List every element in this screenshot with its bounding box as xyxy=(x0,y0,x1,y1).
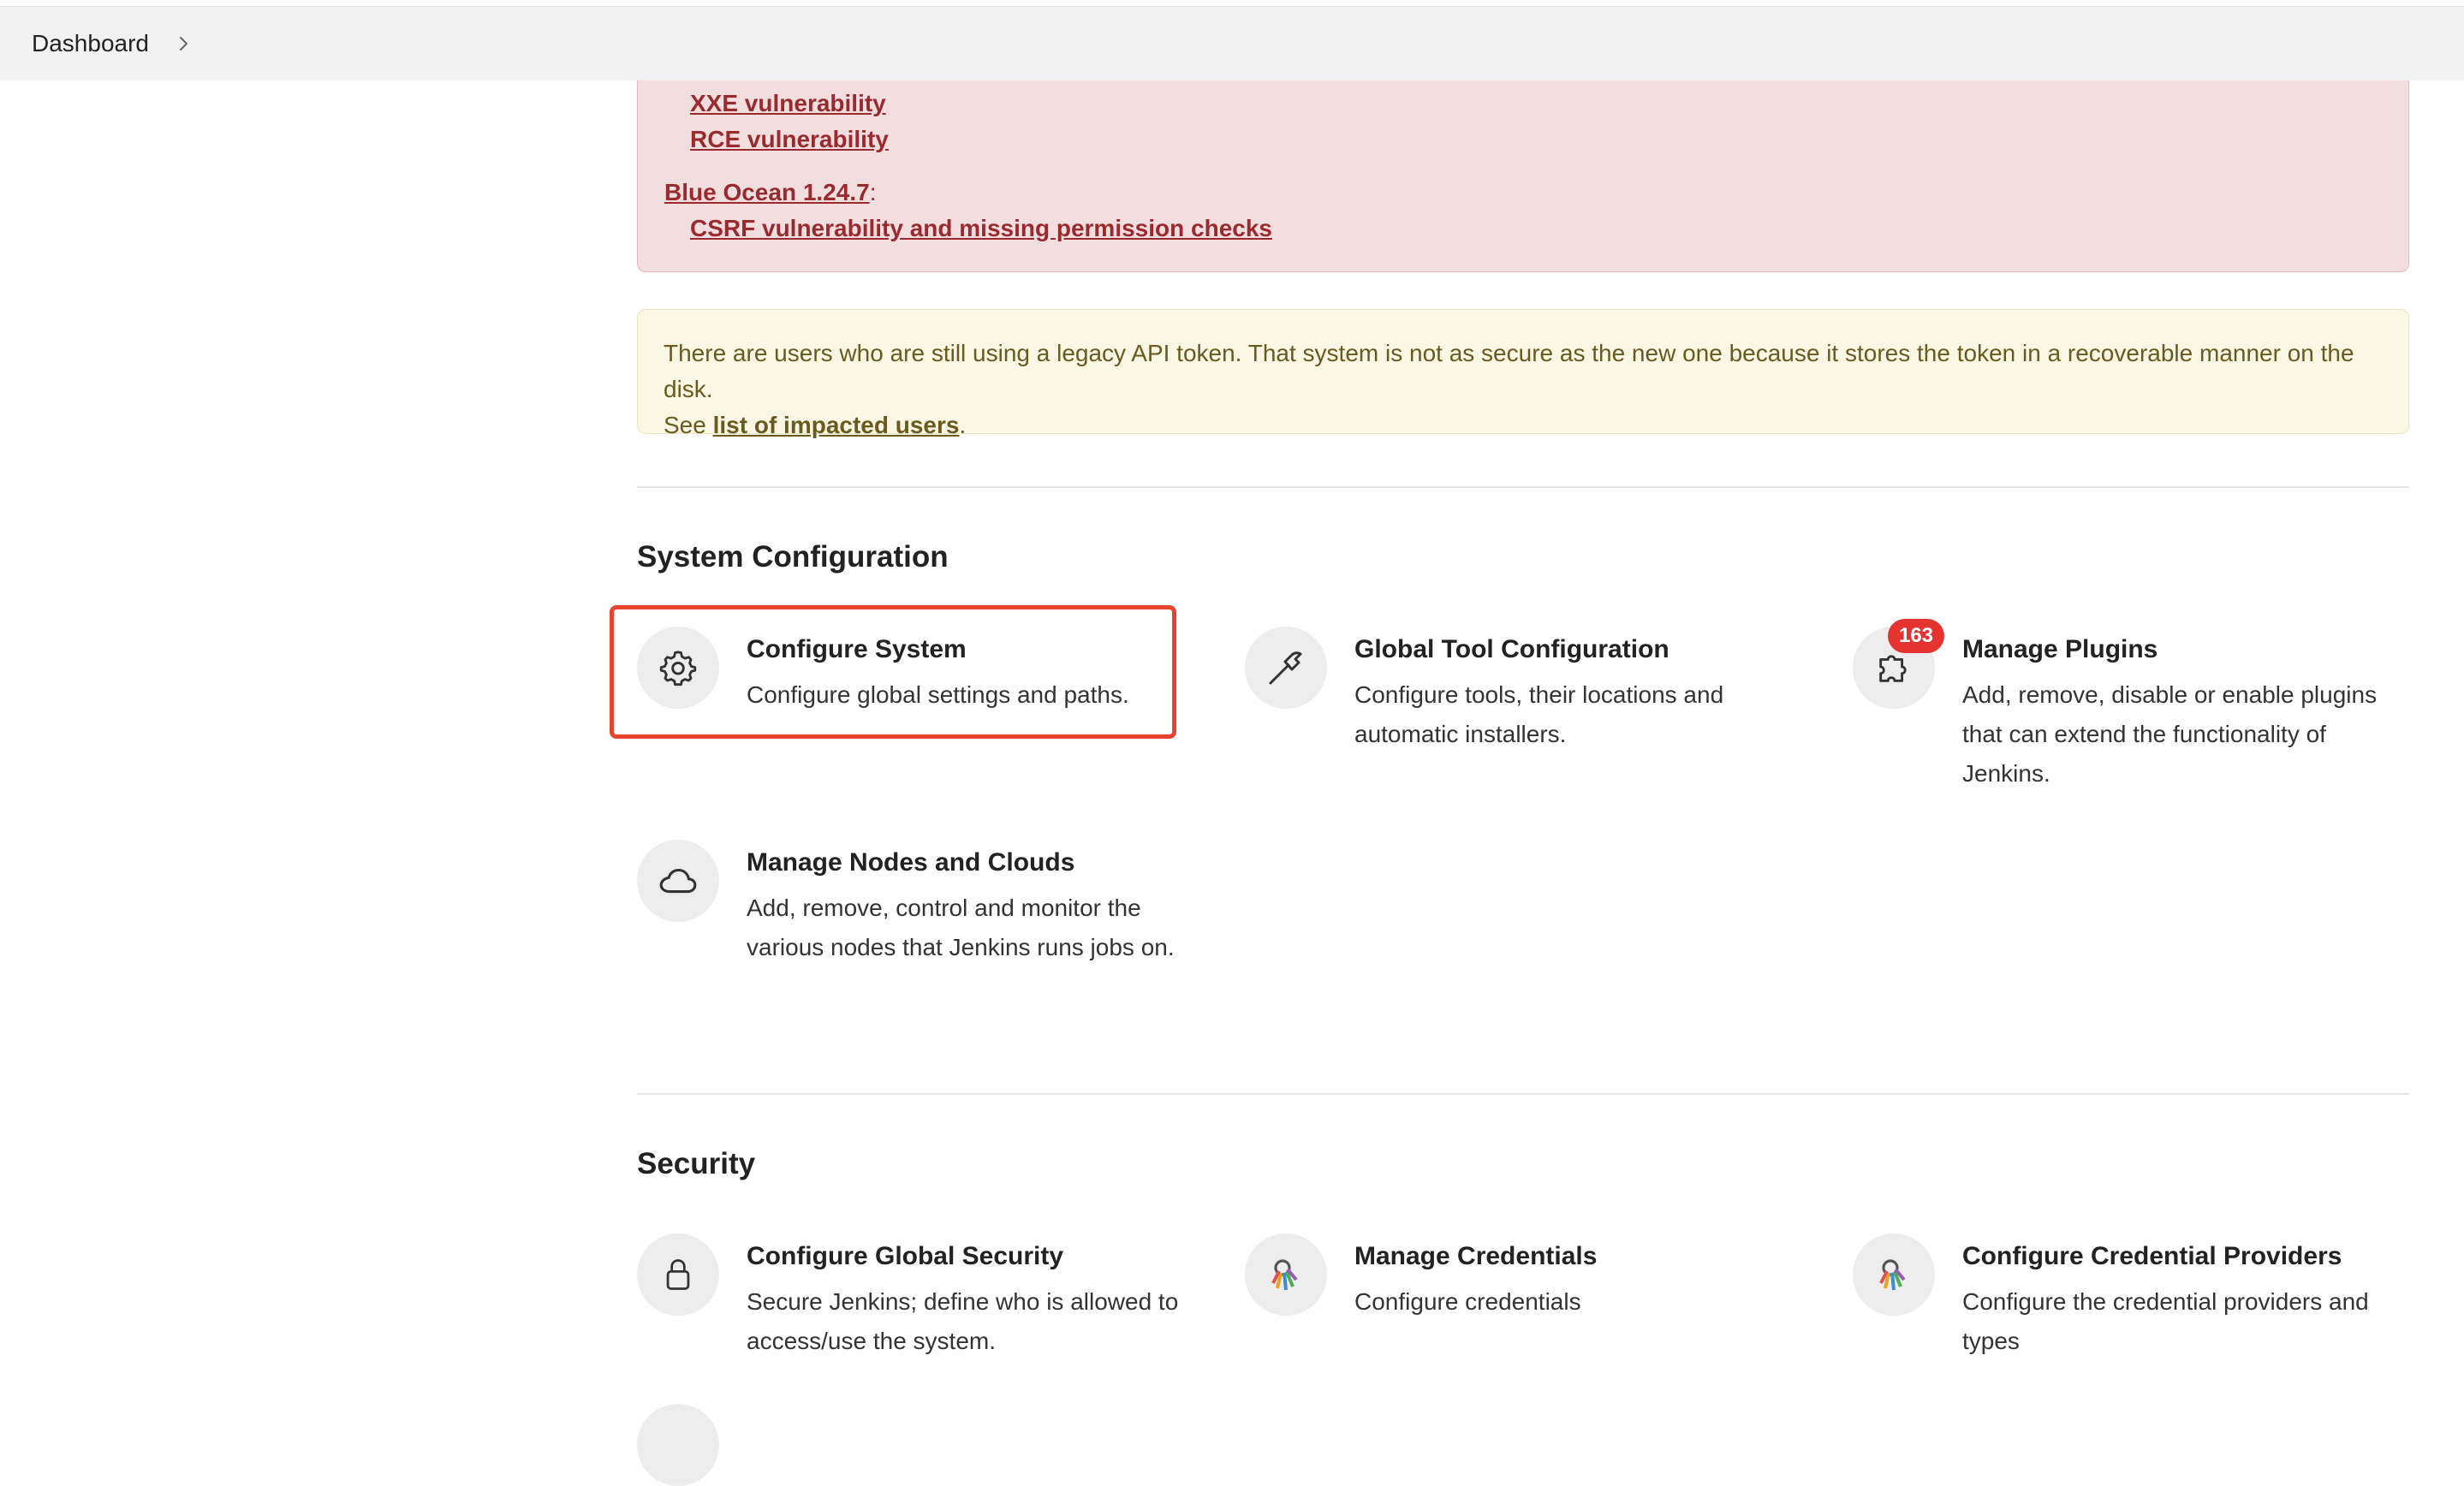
tile-title: Manage Nodes and Clouds xyxy=(747,848,1075,877)
tile-title: Configure Global Security xyxy=(747,1242,1064,1270)
tile-description: Configure tools, their locations and aut… xyxy=(1354,681,1724,747)
warning-text: There are users who are still using a le… xyxy=(664,340,2354,402)
tile-description: Add, remove, control and monitor the var… xyxy=(747,895,1175,960)
legacy-token-warning: There are users who are still using a le… xyxy=(637,309,2409,438)
tile-description: Secure Jenkins; define who is allowed to… xyxy=(747,1288,1179,1354)
tile-manage-plugins[interactable]: Manage Plugins Add, remove, disable or e… xyxy=(1853,627,2401,798)
chevron-right-icon[interactable] xyxy=(173,33,193,54)
tile-title: Configure Credential Providers xyxy=(1962,1242,2342,1270)
tile-configure-credential-providers[interactable]: Configure Credential Providers Configure… xyxy=(1853,1233,2401,1370)
security-advisories-alert: XXE vulnerability RCE vulnerability Blue… xyxy=(637,80,2409,272)
window-top-edge xyxy=(0,0,2464,7)
lock-icon xyxy=(637,1233,719,1316)
cloud-icon xyxy=(637,840,719,922)
tile-description: Configure credentials xyxy=(1354,1288,1581,1315)
tile-global-tool-configuration[interactable]: Global Tool Configuration Configure tool… xyxy=(1245,627,1776,755)
advisory-plugin-line: Blue Ocean 1.24.7: xyxy=(664,179,876,206)
tile-title: Manage Credentials xyxy=(1354,1242,1598,1270)
advisory-plugin-colon: : xyxy=(869,179,877,205)
advisory-plugin-blue-ocean[interactable]: Blue Ocean 1.24.7 xyxy=(664,179,870,205)
section-title-system-configuration: System Configuration xyxy=(637,540,949,574)
section-divider xyxy=(637,486,2409,488)
tile-description: Add, remove, disable or enable plugins t… xyxy=(1962,681,2378,787)
warning-see-suffix: . xyxy=(959,412,967,438)
keys-icon xyxy=(1853,1233,1935,1316)
advisory-link-rce[interactable]: RCE vulnerability xyxy=(690,126,889,153)
tile-manage-credentials[interactable]: Manage Credentials Configure credentials xyxy=(1245,1233,1759,1328)
tile-configure-global-security[interactable]: Configure Global Security Secure Jenkins… xyxy=(637,1233,1178,1370)
impacted-users-link[interactable]: list of impacted users xyxy=(713,412,960,438)
tile-title: Manage Plugins xyxy=(1962,635,2158,663)
section-title-security: Security xyxy=(637,1147,756,1180)
next-tile-icon-partial xyxy=(637,1404,719,1486)
keys-icon xyxy=(1245,1233,1327,1316)
advisory-link-csrf[interactable]: CSRF vulnerability and missing permissio… xyxy=(690,215,1272,242)
plugin-updates-badge: 163 xyxy=(1888,619,1944,653)
warning-see-line: See list of impacted users. xyxy=(664,407,2383,443)
tile-manage-nodes-and-clouds[interactable]: Manage Nodes and Clouds Add, remove, con… xyxy=(637,840,1175,1011)
breadcrumb: Dashboard xyxy=(0,7,2464,80)
hammer-icon xyxy=(1245,627,1327,709)
warning-see-prefix: See xyxy=(664,412,713,438)
tile-title: Global Tool Configuration xyxy=(1354,635,1669,663)
tile-description: Configure the credential providers and t… xyxy=(1962,1288,2369,1354)
advisory-link-xxe[interactable]: XXE vulnerability xyxy=(690,90,886,117)
breadcrumb-dashboard[interactable]: Dashboard xyxy=(32,30,149,57)
section-divider xyxy=(637,1093,2409,1095)
highlight-annotation-box xyxy=(610,605,1176,739)
